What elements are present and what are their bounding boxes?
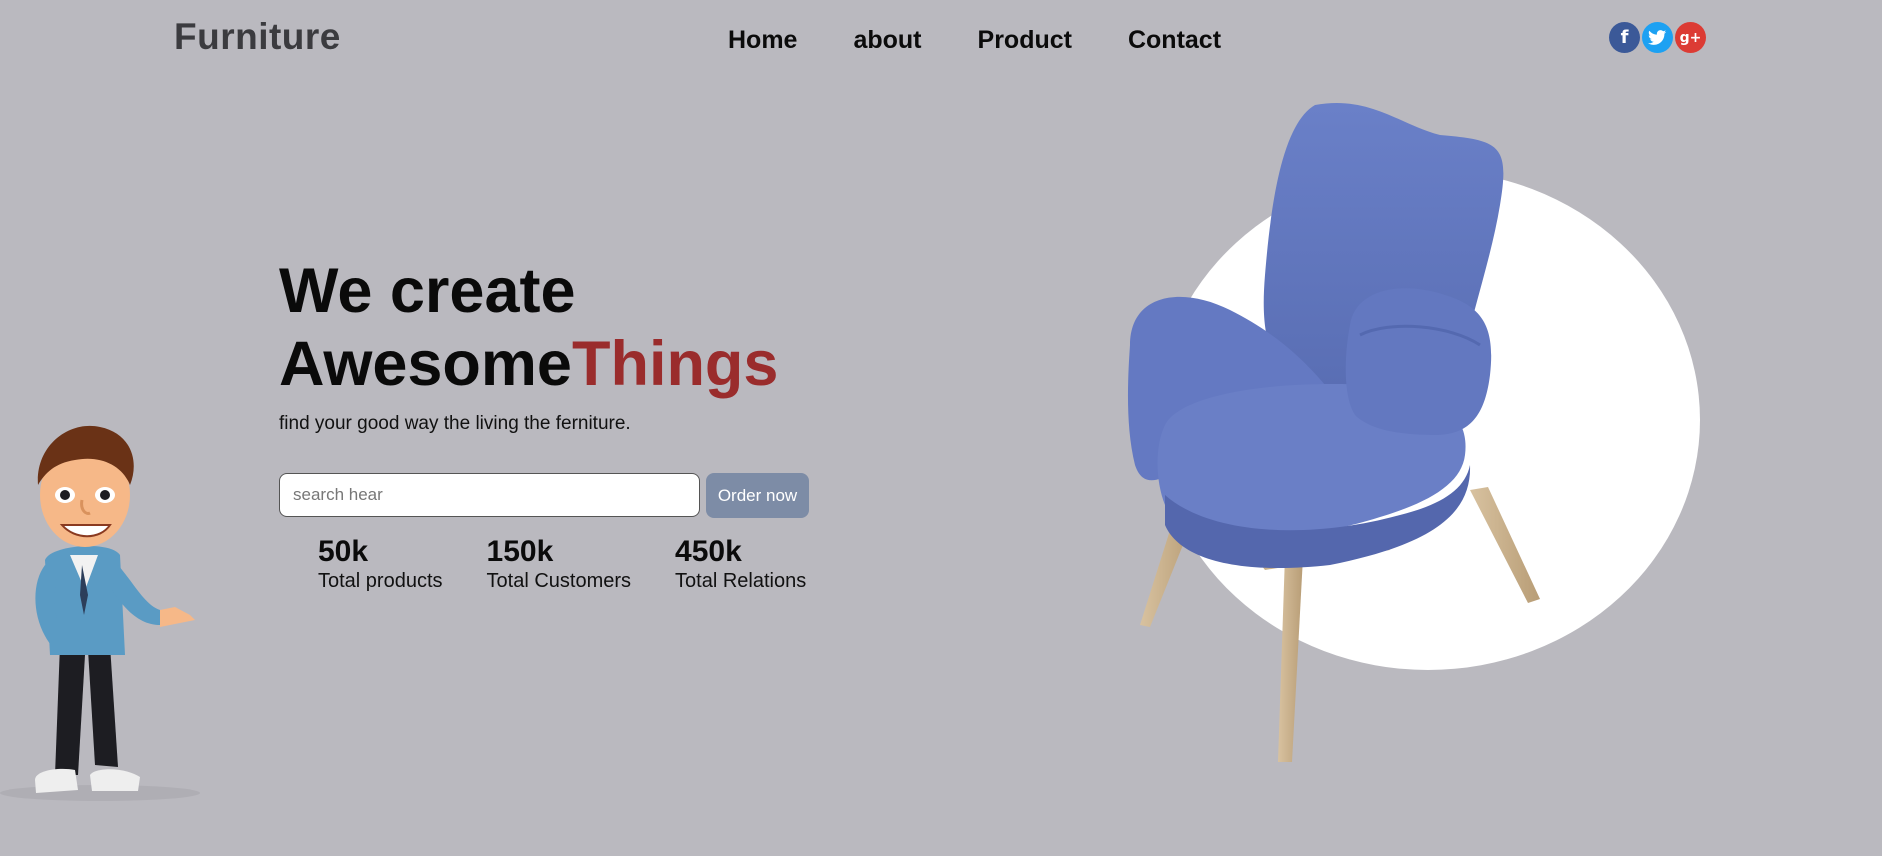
google-plus-icon[interactable]: g+ bbox=[1675, 22, 1706, 53]
order-now-button[interactable]: Order now bbox=[706, 473, 809, 518]
stat-label: Total products bbox=[318, 570, 443, 592]
stat-value: 50k bbox=[318, 535, 369, 568]
stat-label: Total Customers bbox=[486, 570, 632, 592]
stat-relations: 450k Total Relations bbox=[675, 535, 806, 593]
headline-line-1: We create bbox=[279, 256, 576, 326]
cartoon-man-image bbox=[0, 425, 200, 801]
nav-home-link[interactable]: Home bbox=[728, 26, 797, 55]
hero-tagline: find your good way the living the fernit… bbox=[279, 413, 631, 434]
armchair-image bbox=[1127, 102, 1540, 762]
nav-contact-link[interactable]: Contact bbox=[1128, 26, 1221, 55]
headline-black-word: Awesome bbox=[279, 329, 572, 399]
stat-label: Total Relations bbox=[675, 570, 807, 592]
search-row: Order now bbox=[279, 473, 809, 518]
stat-value: 450k bbox=[675, 535, 742, 568]
headline-accent-word: Things bbox=[571, 329, 779, 399]
hero-headline: We create AwesomeThings bbox=[279, 255, 778, 401]
search-input[interactable] bbox=[279, 473, 700, 517]
nav-about-link[interactable]: about bbox=[853, 26, 921, 55]
social-links: f g+ bbox=[1609, 22, 1706, 53]
twitter-bird-glyph bbox=[1648, 29, 1667, 45]
twitter-icon[interactable] bbox=[1642, 22, 1673, 53]
headline-line-2: AwesomeThings bbox=[279, 328, 778, 401]
site-logo[interactable]: Furniture bbox=[174, 16, 341, 58]
facebook-icon[interactable]: f bbox=[1609, 22, 1640, 53]
stat-value: 150k bbox=[486, 535, 554, 568]
stat-customers: 150k Total Customers bbox=[487, 535, 632, 593]
nav-product-link[interactable]: Product bbox=[978, 26, 1072, 55]
stats-row: 50k Total products 150k Total Customers … bbox=[318, 535, 850, 593]
stat-products: 50k Total products bbox=[318, 535, 443, 593]
main-nav: Home about Product Contact bbox=[728, 26, 1277, 55]
